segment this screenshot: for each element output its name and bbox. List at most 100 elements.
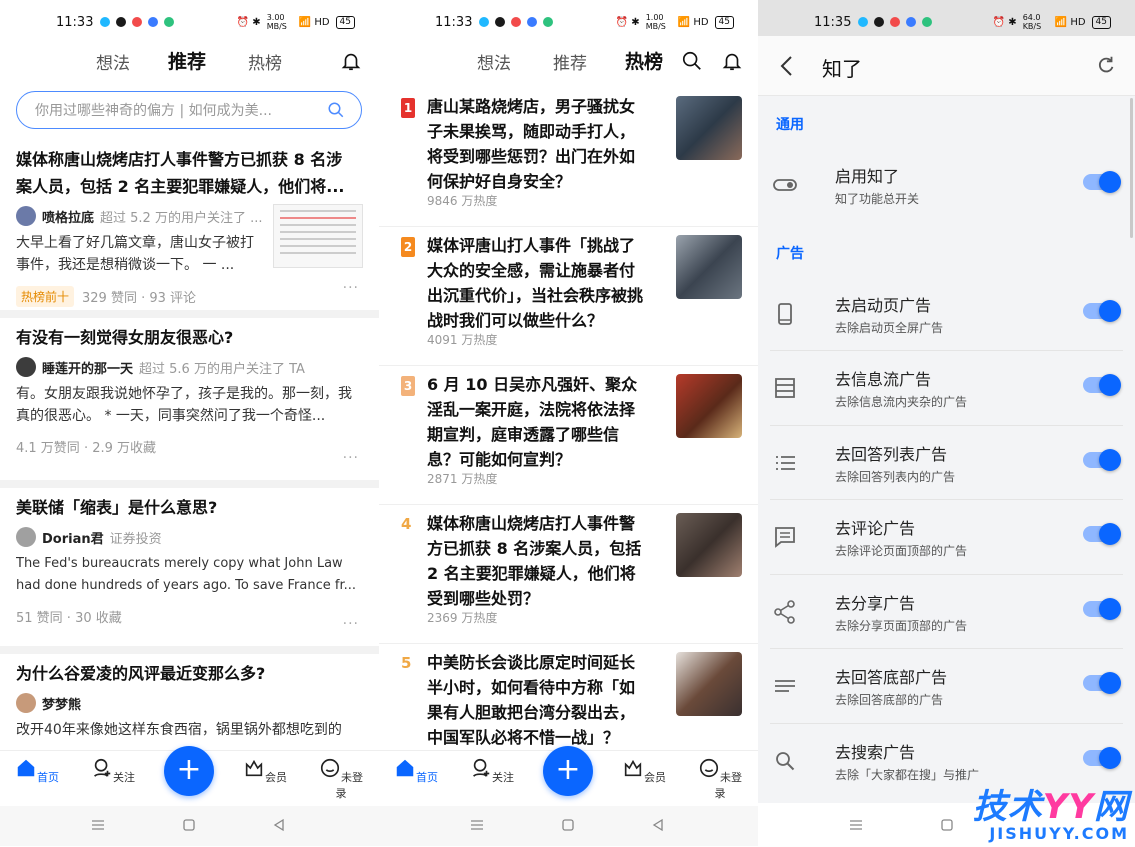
menu-icon[interactable]: [470, 818, 484, 832]
back-triangle-icon[interactable]: [651, 818, 665, 832]
author-name[interactable]: 喷格拉底: [42, 207, 94, 226]
setting-splash-ad[interactable]: 去启动页广告 去除启动页全屏广告: [758, 277, 1135, 351]
hot-item[interactable]: 4 媒体称唐山烧烤店打人事件警方已抓获 8 名涉案人员，包括 2 名主要犯罪嫌疑…: [379, 505, 758, 644]
menu-icon[interactable]: [91, 818, 105, 832]
avatar[interactable]: [16, 357, 36, 377]
nav-home[interactable]: 首页: [12, 757, 62, 785]
hot-item[interactable]: 3 6 月 10 日吴亦凡强奸、聚众淫乱一案开庭，法院将依法择期宣判，庭审透露了…: [379, 366, 758, 505]
hot-thumbnail[interactable]: [676, 652, 742, 716]
author-name[interactable]: Dorian君: [42, 528, 104, 547]
toggle-switch[interactable]: [1083, 746, 1121, 769]
menu-icon[interactable]: [849, 818, 863, 832]
status-time: 11:33: [435, 14, 473, 30]
nav-member[interactable]: 会员: [619, 757, 669, 785]
card-meta: 51 赞同 · 30 收藏: [16, 611, 122, 626]
setting-comment-ad[interactable]: 去评论广告 去除评论页面顶部的广告: [758, 500, 1135, 575]
card-question[interactable]: 为什么谷爱凌的风评最近变那么多?: [16, 660, 363, 687]
top-tabs: 想法 推荐 热榜: [0, 44, 379, 80]
setting-answer-list-ad[interactable]: 去回答列表广告 去除回答列表内的广告: [758, 426, 1135, 500]
scrollbar[interactable]: [1130, 98, 1133, 238]
search-icon[interactable]: [681, 50, 703, 72]
profile-icon: [699, 758, 719, 778]
hot-thumbnail[interactable]: [676, 235, 742, 299]
back-triangle-icon[interactable]: [272, 818, 286, 832]
toggle-switch[interactable]: [1083, 672, 1121, 694]
setting-feed-ad[interactable]: 去信息流广告 去除信息流内夹杂的广告: [758, 351, 1135, 426]
nav-profile[interactable]: 未登录: [695, 757, 745, 801]
toggle-switch[interactable]: [1083, 374, 1121, 396]
tab-recommend[interactable]: 推荐: [553, 49, 587, 74]
nav-follow[interactable]: 关注: [467, 757, 517, 785]
rank-badge: 2: [401, 237, 415, 257]
setting-answer-bottom-ad[interactable]: 去回答底部广告 去除回答底部的广告: [758, 649, 1135, 724]
home-square-icon[interactable]: [561, 818, 575, 832]
hot-item[interactable]: 2 媒体评唐山打人事件「挑战了大众的安全感，需让施暴者付出沉重代价」，当社会秩序…: [379, 227, 758, 366]
toggle-switch[interactable]: [1083, 523, 1121, 545]
feed-card[interactable]: 为什么谷爱凌的风评最近变那么多? 梦梦熊 改开40年来像她这样东食西宿，锅里锅外…: [0, 654, 379, 747]
hot-item[interactable]: 5 中美防长会谈比原定时间延长半小时，如何看待中方称「如果有人胆敢把台湾分裂出去…: [379, 644, 758, 747]
add-button[interactable]: +: [164, 746, 214, 796]
hot-title[interactable]: 唐山某路烧烤店，男子骚扰女子未果挨骂，随即动手打人，将受到哪些惩罚？出门在外如何…: [427, 94, 647, 194]
hot-title[interactable]: 6 月 10 日吴亦凡强奸、聚众淫乱一案开庭，法院将依法择期宣判，庭审透露了哪些…: [427, 372, 647, 472]
avatar[interactable]: [16, 693, 36, 713]
tab-hot[interactable]: 热榜: [248, 49, 282, 74]
author-name[interactable]: 梦梦熊: [42, 694, 81, 713]
feed-card[interactable]: 有没有一刻觉得女朋友很恶心? 睡莲开的那一天 超过 5.6 万的用户关注了 TA …: [0, 318, 379, 488]
feed-list: 媒体称唐山烧烤店打人事件警方已抓获 8 名涉案人员，包括 2 名主要犯罪嫌疑人，…: [0, 140, 379, 747]
more-icon[interactable]: ···: [343, 616, 359, 632]
card-question[interactable]: 有没有一刻觉得女朋友很恶心?: [16, 324, 363, 351]
toggle-switch[interactable]: [1083, 299, 1121, 322]
status-bar: 11:35 ⏰ ✱ 64.0 KB/S 📶 HD 45: [758, 0, 1135, 36]
avatar[interactable]: [16, 206, 36, 226]
watermark-domain: JISHUYY.COM: [989, 824, 1129, 843]
tab-hot[interactable]: 热榜: [622, 47, 666, 74]
setting-title: 去回答底部广告: [835, 668, 948, 687]
card-excerpt[interactable]: 大早上看了好几篇文章，唐山女子被打事件，我还是想稍微谈一下。 一 ...: [16, 232, 261, 276]
rank-number: 4: [401, 515, 412, 533]
feed-card[interactable]: 媒体称唐山烧烤店打人事件警方已抓获 8 名涉案人员，包括 2 名主要犯罪嫌疑人，…: [0, 140, 379, 318]
tab-recommend[interactable]: 推荐: [165, 47, 209, 74]
lines-icon: [775, 680, 795, 692]
refresh-icon[interactable]: [1095, 54, 1117, 76]
feed-card[interactable]: 美联储「缩表」是什么意思? Dorian君 证券投资 The Fed's bure…: [0, 488, 379, 654]
hot-thumbnail[interactable]: [676, 96, 742, 160]
nav-follow[interactable]: 关注: [88, 757, 138, 785]
more-icon[interactable]: ···: [343, 450, 359, 466]
toggle-switch[interactable]: [1083, 597, 1121, 620]
nav-member[interactable]: 会员: [240, 757, 290, 785]
more-icon[interactable]: ···: [343, 280, 359, 296]
nav-home[interactable]: 首页: [391, 757, 441, 785]
back-arrow-icon[interactable]: [778, 54, 796, 78]
card-excerpt[interactable]: The Fed's bureaucrats merely copy what J…: [16, 553, 363, 597]
tab-ideas[interactable]: 想法: [96, 49, 130, 74]
nav-profile[interactable]: 未登录: [316, 757, 366, 801]
hot-title[interactable]: 媒体称唐山烧烤店打人事件警方已抓获 8 名涉案人员，包括 2 名主要犯罪嫌疑人，…: [427, 511, 647, 611]
hot-title[interactable]: 中美防长会谈比原定时间延长半小时，如何看待中方称「如果有人胆敢把台湾分裂出去，中…: [427, 650, 647, 747]
bell-icon[interactable]: [721, 50, 743, 72]
battery-icon: 45: [714, 15, 734, 29]
search-input[interactable]: 你用过哪些神奇的偏方 | 如何成为美...: [16, 91, 362, 129]
hot-title[interactable]: 媒体评唐山打人事件「挑战了大众的安全感，需让施暴者付出沉重代价」，当社会秩序被挑…: [427, 233, 647, 333]
hot-item[interactable]: 1 唐山某路烧烤店，男子骚扰女子未果挨骂，随即动手打人，将受到哪些惩罚？出门在外…: [379, 88, 758, 227]
search-icon[interactable]: [327, 101, 345, 119]
home-square-icon[interactable]: [182, 818, 196, 832]
author-name[interactable]: 睡莲开的那一天: [42, 358, 133, 377]
card-excerpt[interactable]: 有。女朋友跟我说她怀孕了，孩子是我的。那一刻，我真的很恶心。 * 一天，同事突然…: [16, 383, 363, 427]
phone-icon: [778, 302, 792, 325]
toggle-switch[interactable]: [1083, 448, 1121, 471]
card-excerpt[interactable]: 改开40年来像她这样东食西宿，锅里锅外都想吃到的: [16, 719, 363, 741]
hot-thumbnail[interactable]: [676, 513, 742, 577]
card-thumbnail[interactable]: [273, 204, 363, 268]
card-question[interactable]: 媒体称唐山烧烤店打人事件警方已抓获 8 名涉案人员，包括 2 名主要犯罪嫌疑人，…: [16, 146, 356, 200]
author-desc: 证券投资: [109, 531, 162, 547]
add-button[interactable]: +: [543, 746, 593, 796]
hot-thumbnail[interactable]: [676, 374, 742, 438]
bell-icon[interactable]: [340, 50, 362, 72]
setting-share-ad[interactable]: 去分享广告 去除分享页面顶部的广告: [758, 575, 1135, 649]
hot-list: 1 唐山某路烧烤店，男子骚扰女子未果挨骂，随即动手打人，将受到哪些惩罚？出门在外…: [379, 88, 758, 747]
avatar[interactable]: [16, 527, 36, 547]
tab-ideas[interactable]: 想法: [477, 49, 511, 74]
card-question[interactable]: 美联储「缩表」是什么意思?: [16, 494, 363, 521]
toggle-switch[interactable]: [1083, 171, 1121, 193]
setting-enable[interactable]: 启用知了 知了功能总开关: [758, 148, 1135, 223]
